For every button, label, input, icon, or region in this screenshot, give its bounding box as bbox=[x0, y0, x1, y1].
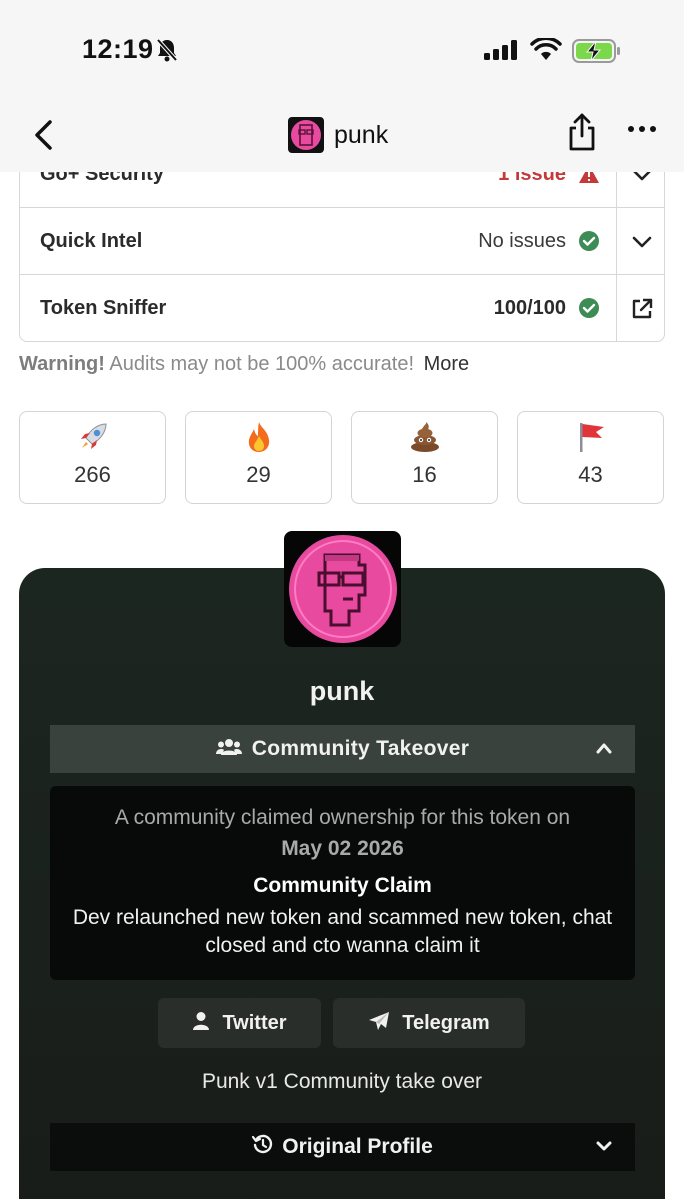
claim-date: May 02 2026 bbox=[281, 837, 404, 860]
status-bar: 12:19 bbox=[0, 30, 684, 74]
reactions-row: 266 29 16 43 bbox=[19, 411, 665, 504]
paper-plane-icon bbox=[368, 1011, 390, 1036]
telegram-button[interactable]: Telegram bbox=[333, 998, 525, 1048]
original-profile-toggle[interactable]: Original Profile bbox=[50, 1123, 635, 1171]
claim-description: Dev relaunched new token and scammed new… bbox=[72, 906, 613, 957]
token-logo bbox=[284, 531, 401, 647]
battery-charging-icon bbox=[572, 38, 622, 69]
community-description: Punk v1 Community take over bbox=[201, 1070, 483, 1093]
chevron-left-icon bbox=[35, 120, 52, 150]
top-bar: 12:19 punk bbox=[0, 0, 684, 172]
reaction-rocket[interactable]: 266 bbox=[19, 411, 166, 504]
reaction-fire[interactable]: 29 bbox=[185, 411, 332, 504]
history-icon bbox=[252, 1134, 274, 1161]
audit-name: Token Sniffer bbox=[40, 297, 167, 319]
nav-bar: punk bbox=[0, 108, 684, 164]
community-takeover-toggle[interactable]: Community Takeover bbox=[50, 725, 635, 773]
audit-name: Quick Intel bbox=[40, 230, 143, 252]
warning-bold: Warning! bbox=[19, 353, 105, 375]
check-circle-icon bbox=[578, 230, 600, 252]
flag-icon bbox=[518, 420, 663, 454]
back-button[interactable] bbox=[30, 118, 58, 152]
share-icon bbox=[569, 113, 595, 151]
external-link-button[interactable] bbox=[616, 275, 664, 341]
status-time: 12:19 bbox=[82, 34, 154, 64]
chevron-down-icon bbox=[632, 236, 651, 247]
nav-title-text: punk bbox=[334, 120, 389, 149]
chevron-up-icon bbox=[595, 741, 613, 760]
fire-icon bbox=[186, 420, 331, 454]
telegram-label: Telegram bbox=[402, 1011, 490, 1034]
wifi-icon bbox=[530, 36, 562, 67]
reaction-count: 16 bbox=[412, 462, 437, 487]
audit-row-quickintel[interactable]: Quick Intel No issues bbox=[20, 208, 664, 275]
twitter-button[interactable]: Twitter bbox=[158, 998, 321, 1048]
external-link-icon bbox=[632, 298, 652, 318]
claim-intro: A community claimed ownership for this t… bbox=[114, 806, 571, 829]
share-button[interactable] bbox=[566, 112, 598, 157]
ellipsis-icon bbox=[628, 126, 634, 132]
chevron-down-icon bbox=[595, 1139, 613, 1158]
community-takeover-label: Community Takeover bbox=[251, 737, 470, 760]
users-icon bbox=[215, 738, 242, 761]
reaction-count: 266 bbox=[74, 462, 111, 487]
cellular-signal-icon bbox=[484, 40, 520, 65]
reaction-count: 43 bbox=[578, 462, 603, 487]
audit-value: No issues bbox=[478, 230, 566, 252]
reaction-count: 29 bbox=[246, 462, 271, 487]
token-name: punk bbox=[309, 676, 375, 706]
original-profile-label: Original Profile bbox=[282, 1135, 433, 1158]
token-avatar-small bbox=[288, 117, 324, 153]
nav-title: punk bbox=[288, 116, 388, 154]
more-link[interactable]: More bbox=[424, 353, 470, 375]
reaction-flag[interactable]: 43 bbox=[517, 411, 664, 504]
reaction-poop[interactable]: 16 bbox=[351, 411, 498, 504]
community-claim-box: A community claimed ownership for this t… bbox=[50, 786, 635, 980]
rocket-icon bbox=[20, 420, 165, 454]
bell-muted-icon bbox=[156, 38, 178, 67]
warning-text: Audits may not be 100% accurate! bbox=[109, 353, 414, 375]
audit-value: 100/100 bbox=[493, 297, 566, 319]
expand-button[interactable] bbox=[616, 208, 664, 275]
audit-row-tokensniffer[interactable]: Token Sniffer 100/100 bbox=[20, 275, 664, 341]
more-options-button[interactable] bbox=[628, 126, 656, 132]
check-circle-icon bbox=[578, 297, 600, 319]
poop-icon bbox=[352, 420, 497, 454]
audit-warning: Warning! Audits may not be 100% accurate… bbox=[19, 353, 469, 376]
claim-title: Community Claim bbox=[253, 874, 432, 897]
user-icon bbox=[192, 1011, 210, 1036]
twitter-label: Twitter bbox=[222, 1011, 287, 1034]
